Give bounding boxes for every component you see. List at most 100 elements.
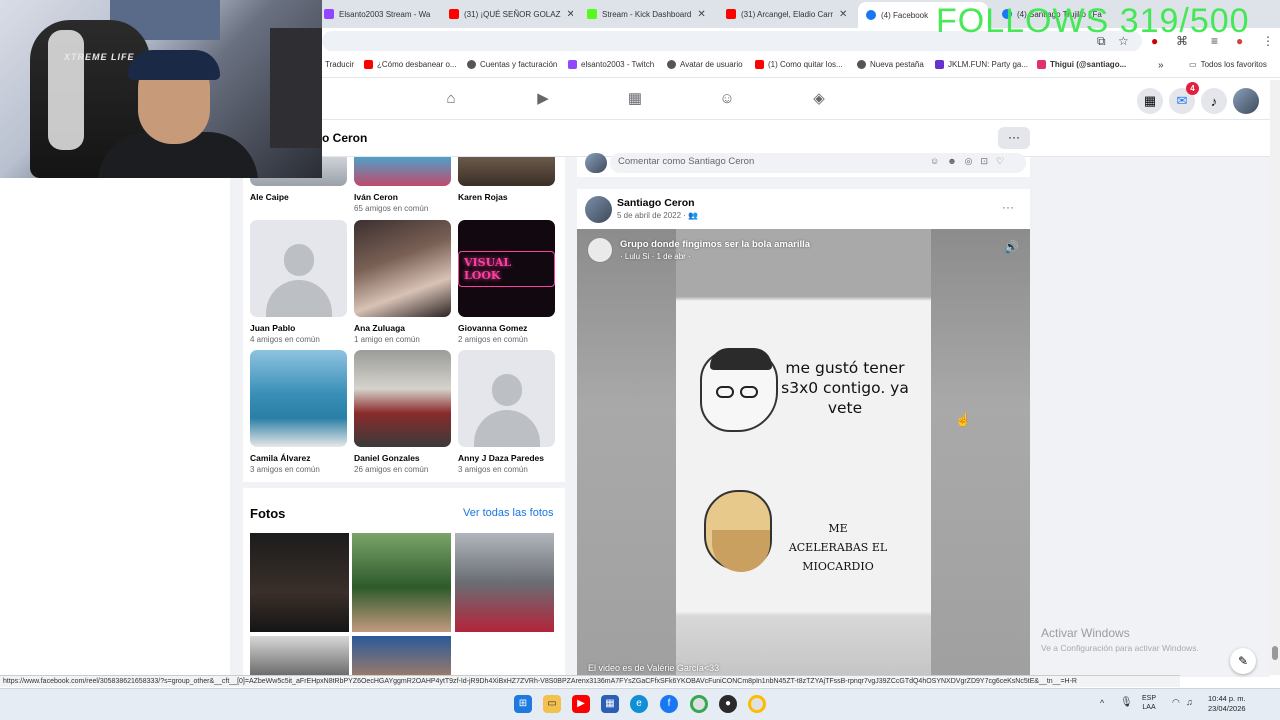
friend-photo[interactable] <box>354 350 451 447</box>
close-icon[interactable]: ✕ <box>839 9 847 20</box>
friend-name[interactable]: Ale Caipe <box>250 192 347 202</box>
friend-name[interactable]: Juan Pablo <box>250 323 347 333</box>
facebook-icon[interactable]: f <box>660 695 678 713</box>
group-avatar[interactable] <box>587 237 613 263</box>
chair-logo: XTREME LIFE <box>64 52 135 62</box>
photo-thumbnail[interactable] <box>250 533 349 632</box>
meme-face-sketch <box>700 348 778 432</box>
friends-audience-icon: 👥 <box>688 211 699 220</box>
obs-icon[interactable]: ● <box>719 695 737 713</box>
new-message-icon[interactable]: ✎ <box>1230 648 1256 674</box>
youtube-icon <box>449 9 459 19</box>
speaker-icon[interactable]: 🔊 <box>1004 240 1019 254</box>
friend-camila-alvarez[interactable]: Camila Álvarez 3 amigos en común <box>250 350 347 474</box>
post-more-button[interactable]: ··· <box>1002 200 1014 214</box>
youtube-icon[interactable]: ▶ <box>572 695 590 713</box>
chevron-right-icon[interactable]: » <box>1158 60 1164 71</box>
file-explorer-icon[interactable]: ▭ <box>543 695 561 713</box>
friend-karen-rojas[interactable]: Karen Rojas <box>458 157 555 202</box>
post-author[interactable]: Santiago Ceron <box>617 197 695 209</box>
neon-sign: VISUAL LOOK <box>458 250 555 287</box>
video-frame[interactable] <box>676 229 931 679</box>
clock[interactable]: 10:44 p. m. 23/04/2026 <box>1208 694 1246 714</box>
friend-name[interactable]: Giovanna Gomez <box>458 323 555 333</box>
home-icon[interactable]: ⌂ <box>442 90 460 108</box>
tab-kick-dashboard[interactable]: Stream - Kick Dashboard ✕ <box>587 4 711 24</box>
friend-anny-daza[interactable]: Anny J Daza Paredes 3 amigos en común <box>458 350 555 474</box>
friend-ana-zuluaga[interactable]: Ana Zuluaga 1 amigo en común <box>354 220 451 344</box>
scrollbar[interactable] <box>1270 80 1280 675</box>
chrome-profile-icon[interactable] <box>748 695 766 713</box>
friend-name[interactable]: Karen Rojas <box>458 192 555 202</box>
bookmark-avatar[interactable]: Avatar de usuario <box>667 60 743 69</box>
video-icon[interactable]: ▶ <box>534 90 552 108</box>
tab-youtube-arcangel[interactable]: (31) Arcangel, Eladio Carr ✕ <box>726 4 850 24</box>
chrome-icon[interactable] <box>690 695 708 713</box>
see-all-photos-link[interactable]: Ver todas las fotos <box>463 507 554 519</box>
edge-icon[interactable]: e <box>630 695 648 713</box>
microphone-icon[interactable]: 🎙 <box>1120 697 1133 708</box>
bookmark-all-folder[interactable]: ▭ Todos los favoritos <box>1189 60 1267 69</box>
friend-name[interactable]: Ana Zuluaga <box>354 323 451 333</box>
friend-daniel-gonzales[interactable]: Daniel Gonzales 26 amigos en común <box>354 350 451 474</box>
marketplace-icon[interactable]: ▦ <box>626 90 644 108</box>
profile-more-button[interactable]: ··· <box>998 127 1030 149</box>
friend-photo[interactable] <box>354 220 451 317</box>
bookmark-quitar[interactable]: (1) Como quitar los... <box>755 60 843 69</box>
video-group-name[interactable]: Grupo donde fingimos ser la bola amarill… <box>620 239 810 250</box>
close-icon[interactable]: ✕ <box>566 9 573 20</box>
default-avatar-icon[interactable] <box>250 220 347 317</box>
tab-elsanto-stream[interactable]: Elsanto2003 Stream - Wa✕ <box>324 4 436 24</box>
photos-title: Fotos <box>250 506 286 521</box>
photo-thumbnail[interactable] <box>250 636 349 676</box>
scrollbar-thumb[interactable] <box>1272 646 1278 660</box>
instagram-icon <box>1037 60 1046 69</box>
wifi-icon[interactable]: ◠ <box>1172 697 1180 708</box>
bookmark-twitch[interactable]: elsanto2003 - Twitch <box>568 60 654 69</box>
photo-thumbnail[interactable] <box>352 533 451 632</box>
default-avatar-icon[interactable] <box>458 350 555 447</box>
store-icon[interactable]: ▦ <box>601 695 619 713</box>
bookmark-label: Todos los favoritos <box>1200 60 1267 69</box>
chevron-up-icon[interactable]: ^ <box>1100 698 1104 708</box>
kebab-menu-icon[interactable]: ⋮ <box>1262 34 1274 48</box>
monitor <box>270 28 322 148</box>
groups-icon[interactable]: ☺ <box>718 90 736 108</box>
windows-start-icon[interactable]: ⊞ <box>514 695 532 713</box>
photo-thumbnail[interactable] <box>352 636 451 676</box>
bookmark-nueva[interactable]: Nueva pestaña <box>857 60 924 69</box>
post-author-avatar[interactable] <box>585 196 612 223</box>
friend-photo[interactable] <box>250 350 347 447</box>
bookmark-label: Traducir <box>325 60 355 69</box>
tab-youtube-golazo[interactable]: (31) ¡QUÉ SEÑOR GOLAZ ✕ <box>449 4 573 24</box>
friend-name[interactable]: Iván Ceron <box>354 192 451 202</box>
bookmark-jklm[interactable]: JKLM.FUN: Party ga... <box>935 60 1028 69</box>
twitch-icon <box>568 60 577 69</box>
bookmark-instagram[interactable]: Thigui (@santiago... <box>1037 60 1126 69</box>
bell-icon[interactable]: ♪ <box>1201 88 1227 114</box>
kick-icon <box>587 9 597 19</box>
close-icon[interactable]: ✕ <box>697 9 705 20</box>
friend-photo[interactable]: VISUAL LOOK <box>458 220 555 317</box>
clock-time: 10:44 p. m. <box>1208 694 1246 703</box>
friend-photo[interactable] <box>354 157 451 186</box>
account-avatar[interactable] <box>1233 88 1259 114</box>
friend-ivan-ceron[interactable]: Iván Ceron 65 amigos en común <box>354 157 451 213</box>
gaming-icon[interactable]: ◈ <box>810 90 828 108</box>
friend-photo[interactable] <box>458 157 555 186</box>
friend-juan-pablo[interactable]: Juan Pablo 4 amigos en común <box>250 220 347 344</box>
friend-name[interactable]: Camila Álvarez <box>250 453 347 463</box>
bookmark-cuentas[interactable]: Cuentas y facturación <box>467 60 557 69</box>
language-indicator[interactable]: ESP LAA <box>1142 694 1156 712</box>
photo-thumbnail[interactable] <box>455 533 554 632</box>
bookmark-label: JKLM.FUN: Party ga... <box>948 60 1029 69</box>
bookmark-desbanear[interactable]: ¿Cómo desbanear o... <box>364 60 457 69</box>
friend-giovanna-gomez[interactable]: VISUAL LOOK Giovanna Gomez 2 amigos en c… <box>458 220 555 344</box>
volume-icon[interactable]: ♫ <box>1186 697 1193 707</box>
comment-tools-icon[interactable]: ☺☻◎⊡♡ <box>930 156 1012 167</box>
bookmark-traducir[interactable]: Traducir <box>325 60 354 69</box>
menu-grid-icon[interactable]: ▦ <box>1137 88 1163 114</box>
friend-name[interactable]: Anny J Daza Paredes <box>458 453 555 463</box>
post-date[interactable]: 5 de abril de 2022 · 👥 <box>617 211 698 220</box>
friend-name[interactable]: Daniel Gonzales <box>354 453 451 463</box>
